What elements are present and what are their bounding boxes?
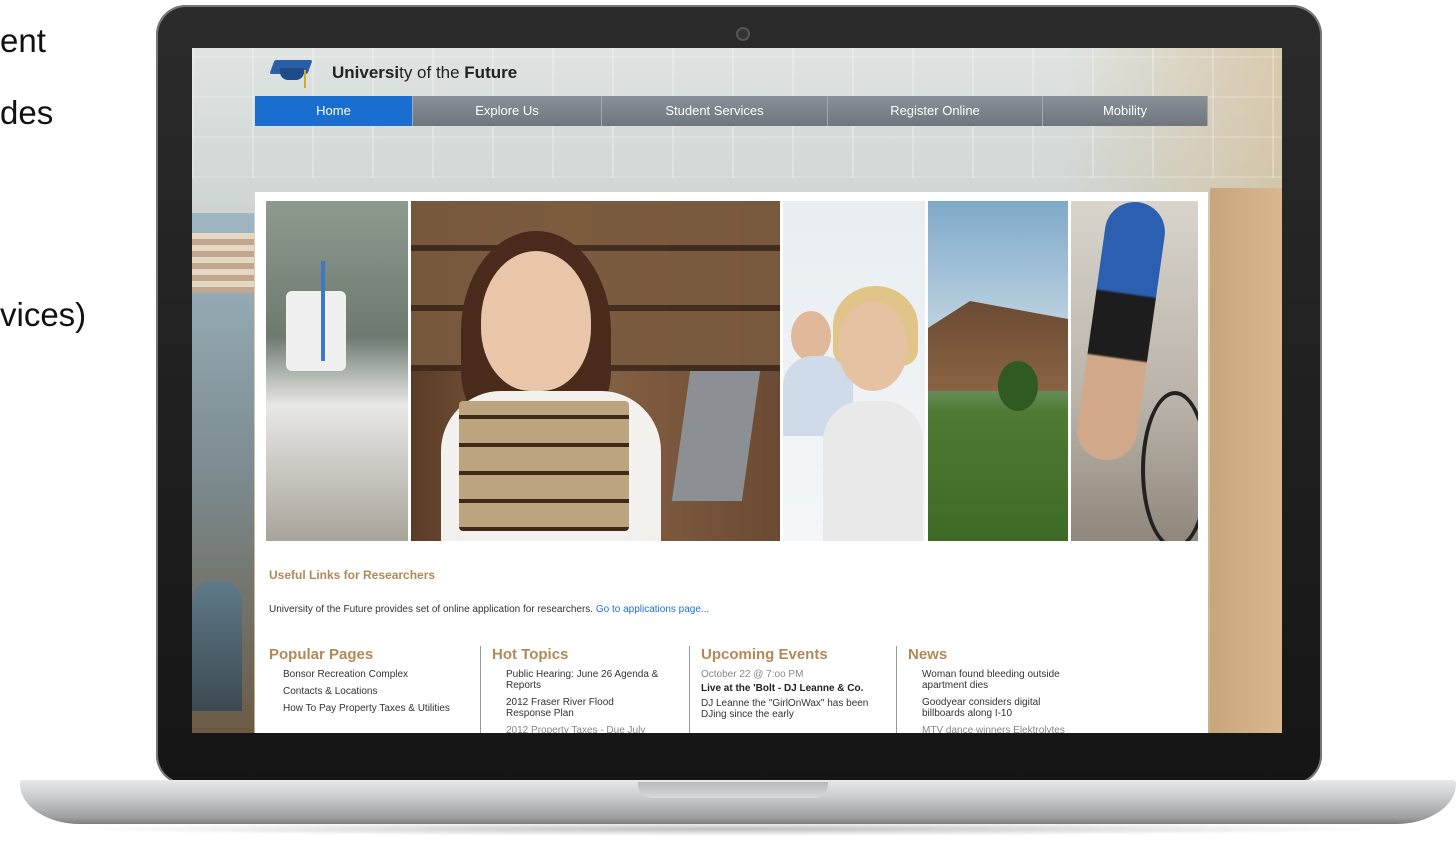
intro-text: University of the Future provides set of… — [269, 604, 594, 615]
news-link[interactable]: MTV dance winners Elektrolytes — [922, 725, 1098, 733]
event-title[interactable]: Live at the 'Bolt - DJ Leanne & Co. — [701, 683, 871, 694]
background-left-scene — [192, 213, 254, 733]
slide-text-fragment-2: des — [0, 94, 54, 131]
upcoming-events-column: Upcoming Events October 22 @ 7:oo PM Liv… — [689, 646, 871, 733]
news-link[interactable]: Woman found bleeding outside apartment d… — [922, 669, 1087, 691]
hero-image-campus — [928, 201, 1068, 541]
background-shelf — [192, 233, 254, 293]
main-nav: Home Explore Us Student Services Registe… — [255, 96, 1208, 126]
hero-banner — [266, 201, 1198, 541]
webcam — [736, 27, 750, 41]
nav-register-online[interactable]: Register Online — [828, 96, 1043, 126]
applications-link[interactable]: Go to applications page... — [596, 604, 709, 615]
news-link[interactable]: Goodyear considers digital billboards al… — [922, 697, 1072, 719]
useful-links-heading: Useful Links for Researchers — [269, 568, 436, 582]
hot-topic-link[interactable]: Public Hearing: June 26 Agenda & Reports — [506, 669, 676, 691]
hot-topic-link[interactable]: 2012 Fraser River Flood Response Plan — [506, 697, 656, 719]
hero-image-office — [783, 201, 925, 541]
popular-link[interactable]: How To Pay Property Taxes & Utilities — [283, 703, 453, 714]
nav-explore-us[interactable]: Explore Us — [413, 96, 602, 126]
hot-topics-heading: Hot Topics — [492, 646, 569, 663]
upcoming-events-heading: Upcoming Events — [701, 646, 828, 663]
site-title: University of the Future — [332, 63, 518, 82]
website-screen: University of the Future Home Explore Us… — [192, 48, 1282, 733]
column-divider — [689, 646, 690, 733]
graduation-cap-icon — [269, 56, 316, 90]
laptop-notch — [638, 782, 828, 798]
popular-link[interactable]: Contacts & Locations — [283, 686, 469, 697]
laptop-shadow — [60, 822, 1400, 836]
useful-links-text: University of the Future provides set of… — [269, 604, 709, 615]
background-right-scene — [1210, 188, 1282, 733]
hot-topics-column: Hot Topics Public Hearing: June 26 Agend… — [480, 646, 692, 733]
news-column: News Woman found bleeding outside apartm… — [896, 646, 1098, 733]
site-logo[interactable]: University of the Future — [269, 56, 518, 90]
main-content: Useful Links for Researchers University … — [255, 192, 1208, 733]
nav-student-services[interactable]: Student Services — [602, 96, 828, 126]
popular-pages-column: Popular Pages Bonsor Recreation Complex … — [269, 646, 469, 720]
nav-home[interactable]: Home — [255, 96, 413, 126]
slide-text-fragment-1: ent — [0, 22, 46, 59]
hero-image-cyclist — [1071, 201, 1198, 541]
column-divider — [480, 646, 481, 733]
background-person — [192, 581, 242, 711]
news-heading: News — [908, 646, 948, 663]
event-description: DJ Leanne the "GirlOnWax" has been DJing… — [701, 698, 869, 720]
hot-topic-link[interactable]: 2012 Property Taxes - Due July — [506, 725, 676, 733]
event-date: October 22 @ 7:oo PM — [701, 669, 804, 680]
column-divider — [896, 646, 897, 733]
popular-link[interactable]: Bonsor Recreation Complex — [283, 669, 469, 680]
popular-pages-heading: Popular Pages — [269, 646, 374, 663]
hero-image-lab — [266, 201, 408, 541]
hero-image-student-laptop — [411, 201, 780, 541]
slide-text-fragment-3: vices) — [0, 296, 87, 333]
nav-mobility[interactable]: Mobility — [1043, 96, 1208, 126]
